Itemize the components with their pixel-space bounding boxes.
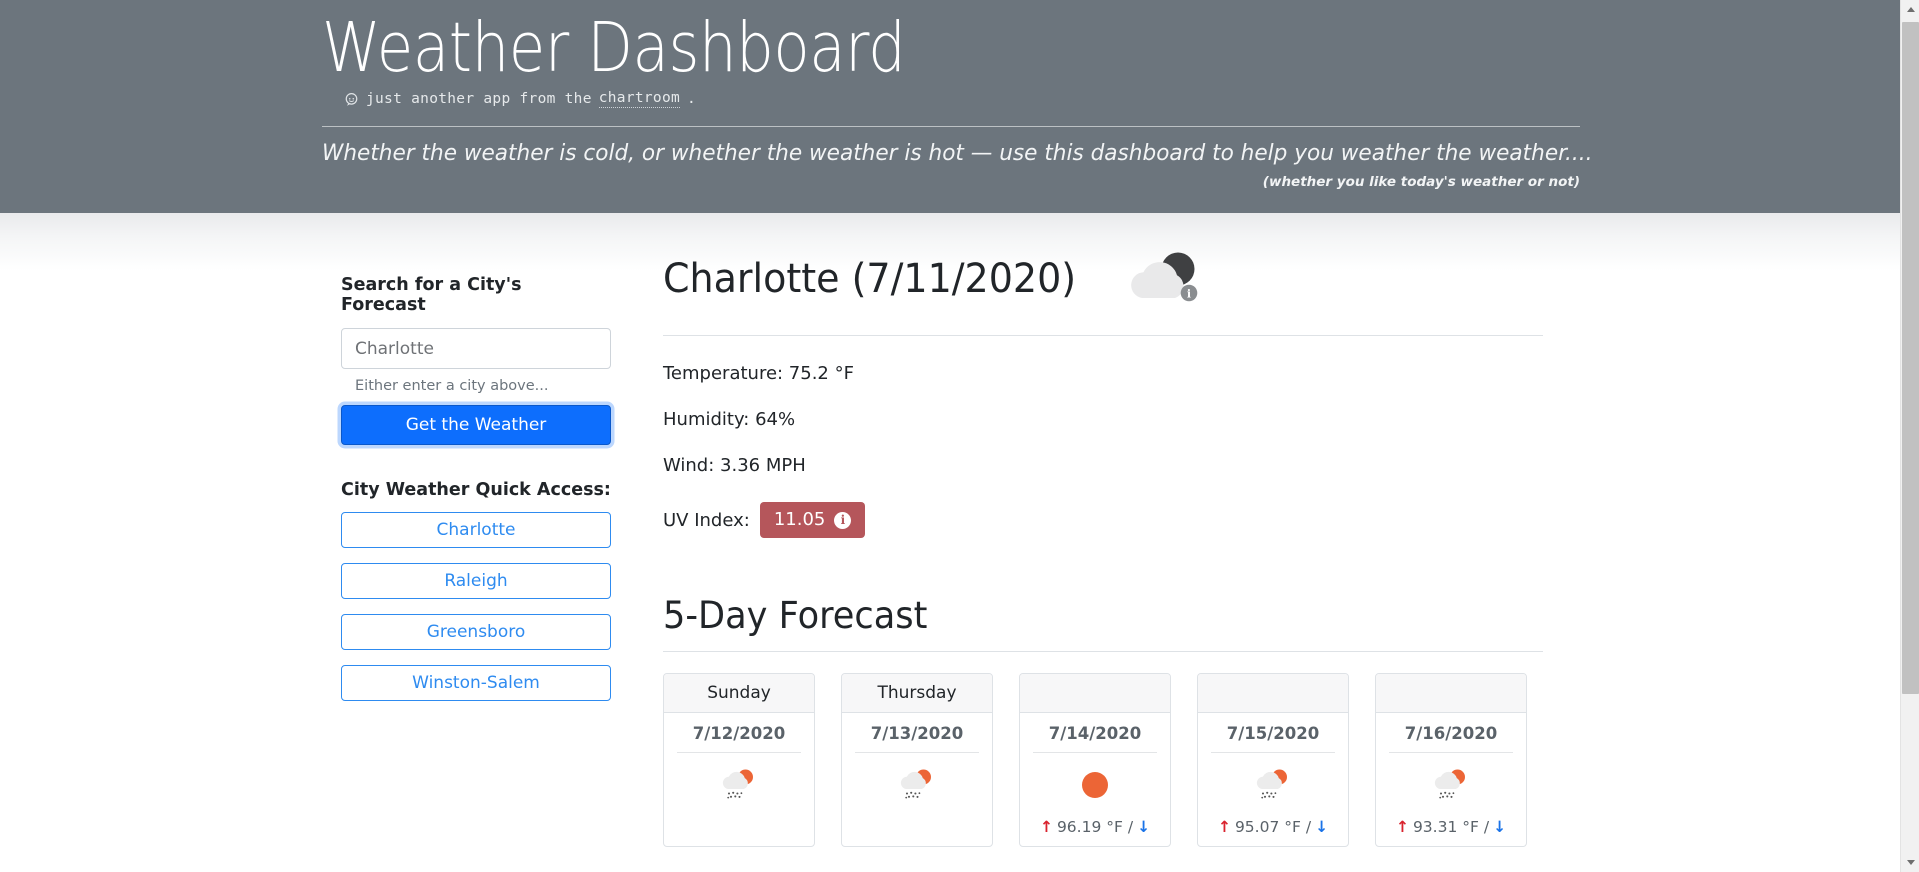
byline-suffix: . — [687, 91, 697, 107]
tagline-sub: (whether you like today's weather or not… — [1262, 174, 1580, 190]
uv-index-row: UV Index: 11.05 i — [663, 502, 1543, 538]
header-divider — [322, 126, 1580, 127]
byline-prefix: just another app from the — [366, 91, 592, 107]
sidebar: Search for a City's Forecast Either ente… — [341, 275, 611, 716]
info-icon[interactable]: i — [834, 511, 852, 529]
vertical-scrollbar[interactable] — [1900, 0, 1919, 872]
search-section-title: Search for a City's Forecast — [341, 275, 522, 315]
forecast-card[interactable]: Sunday 7/12/2020 — [663, 673, 815, 847]
quick-city-raleigh[interactable]: Raleigh — [341, 563, 611, 599]
forecast-temp-text: 96.19 °F / — [1056, 818, 1134, 836]
forecast-card[interactable]: Thursday 7/13/2020 — [841, 673, 993, 847]
quick-city-charlotte[interactable]: Charlotte — [341, 512, 611, 548]
scroll-up-arrow-icon[interactable] — [1901, 0, 1919, 19]
quick-city-winston-salem[interactable]: Winston-Salem — [341, 665, 611, 701]
uv-index-value: 11.05 — [773, 509, 826, 530]
rain-with-sun-icon — [677, 760, 801, 810]
forecast-card-body: 7/16/2020 ↑ 93.31 °F / ↓ — [1376, 713, 1526, 846]
forecast-card-list: Sunday 7/12/2020 Thursday 7/13/2020 7/14… — [663, 673, 1543, 847]
forecast-date: 7/15/2020 — [1211, 724, 1335, 753]
forecast-card-body: 7/14/2020 ↑ 96.19 °F / ↓ — [1020, 713, 1170, 846]
site-header: Weather Dashboard just another app from … — [0, 0, 1900, 213]
scrollbar-thumb[interactable] — [1902, 22, 1919, 694]
forecast-card[interactable]: 7/15/2020 ↑ 95.07 °F / ↓ — [1197, 673, 1349, 847]
forecast-day-name — [1198, 674, 1348, 713]
forecast-card[interactable]: 7/14/2020 ↑ 96.19 °F / ↓ — [1019, 673, 1171, 847]
humidity-line: Humidity: 64% — [663, 409, 796, 430]
arrow-up-icon: ↑ — [1217, 818, 1231, 836]
page-title: Weather Dashboard — [322, 8, 906, 88]
arrow-down-icon: ↓ — [1315, 818, 1329, 836]
forecast-day-name: Sunday — [664, 674, 814, 713]
main-panel: Charlotte (7/11/2020) i Temperature: 75.… — [663, 243, 1543, 847]
broken-clouds-icon: i — [1120, 248, 1206, 310]
page-root: Weather Dashboard just another app from … — [0, 0, 1919, 872]
arrow-down-icon: ↓ — [1137, 818, 1151, 836]
forecast-date: 7/16/2020 — [1389, 724, 1513, 753]
forecast-card-body: 7/13/2020 — [842, 713, 992, 828]
header-inner: Weather Dashboard just another app from … — [322, 0, 1593, 190]
rain-with-sun-icon — [855, 760, 979, 810]
rain-with-sun-icon — [1211, 760, 1335, 810]
uv-index-label: UV Index: — [663, 509, 750, 531]
scroll-down-arrow-icon[interactable] — [1901, 853, 1919, 872]
chat-bubble-icon — [344, 92, 359, 107]
uv-index-badge[interactable]: 11.05 i — [759, 502, 866, 538]
quick-access-title: City Weather Quick Access: — [341, 480, 611, 500]
search-helper-text: Either enter a city above... — [355, 378, 549, 394]
arrow-up-icon: ↑ — [1039, 818, 1053, 836]
forecast-temp-text: 93.31 °F / — [1412, 818, 1490, 836]
chartroom-link[interactable]: chartroom — [598, 90, 681, 108]
current-city-heading: Charlotte (7/11/2020) — [663, 256, 1077, 302]
forecast-date: 7/14/2020 — [1033, 724, 1157, 753]
arrow-down-icon: ↓ — [1493, 818, 1507, 836]
arrow-up-icon: ↑ — [1395, 818, 1409, 836]
forecast-card-body: 7/12/2020 — [664, 713, 814, 828]
rain-with-sun-icon — [1389, 760, 1513, 810]
get-the-weather-button[interactable]: Get the Weather — [341, 405, 611, 445]
wind-line: Wind: 3.36 MPH — [663, 455, 806, 476]
forecast-card-body: 7/15/2020 ↑ 95.07 °F / ↓ — [1198, 713, 1348, 846]
byline: just another app from the chartroom. — [344, 90, 1582, 108]
quick-city-greensboro[interactable]: Greensboro — [341, 614, 611, 650]
temperature-line: Temperature: 75.2 °F — [663, 363, 854, 384]
current-weather-header: Charlotte (7/11/2020) i — [663, 243, 1543, 315]
tagline: Whether the weather is cold, or whether … — [322, 140, 1593, 166]
forecast-day-name — [1020, 674, 1170, 713]
forecast-date: 7/12/2020 — [677, 724, 801, 753]
content-area: Search for a City's Forecast Either ente… — [0, 213, 1900, 872]
forecast-temp-row: ↑ 93.31 °F / ↓ — [1389, 818, 1513, 836]
forecast-card[interactable]: 7/16/2020 ↑ 93.31 °F / ↓ — [1375, 673, 1527, 847]
clear-sun-icon — [1033, 760, 1157, 810]
search-input[interactable] — [341, 328, 611, 369]
forecast-section-title: 5-Day Forecast — [663, 594, 928, 637]
forecast-day-name: Thursday — [842, 674, 992, 713]
forecast-date: 7/13/2020 — [855, 724, 979, 753]
forecast-divider — [663, 651, 1543, 652]
forecast-temp-row: ↑ 95.07 °F / ↓ — [1211, 818, 1335, 836]
current-weather-divider — [663, 335, 1543, 336]
svg-text:i: i — [1187, 288, 1191, 301]
forecast-temp-text: 95.07 °F / — [1234, 818, 1312, 836]
forecast-temp-row: ↑ 96.19 °F / ↓ — [1033, 818, 1157, 836]
forecast-day-name — [1376, 674, 1526, 713]
